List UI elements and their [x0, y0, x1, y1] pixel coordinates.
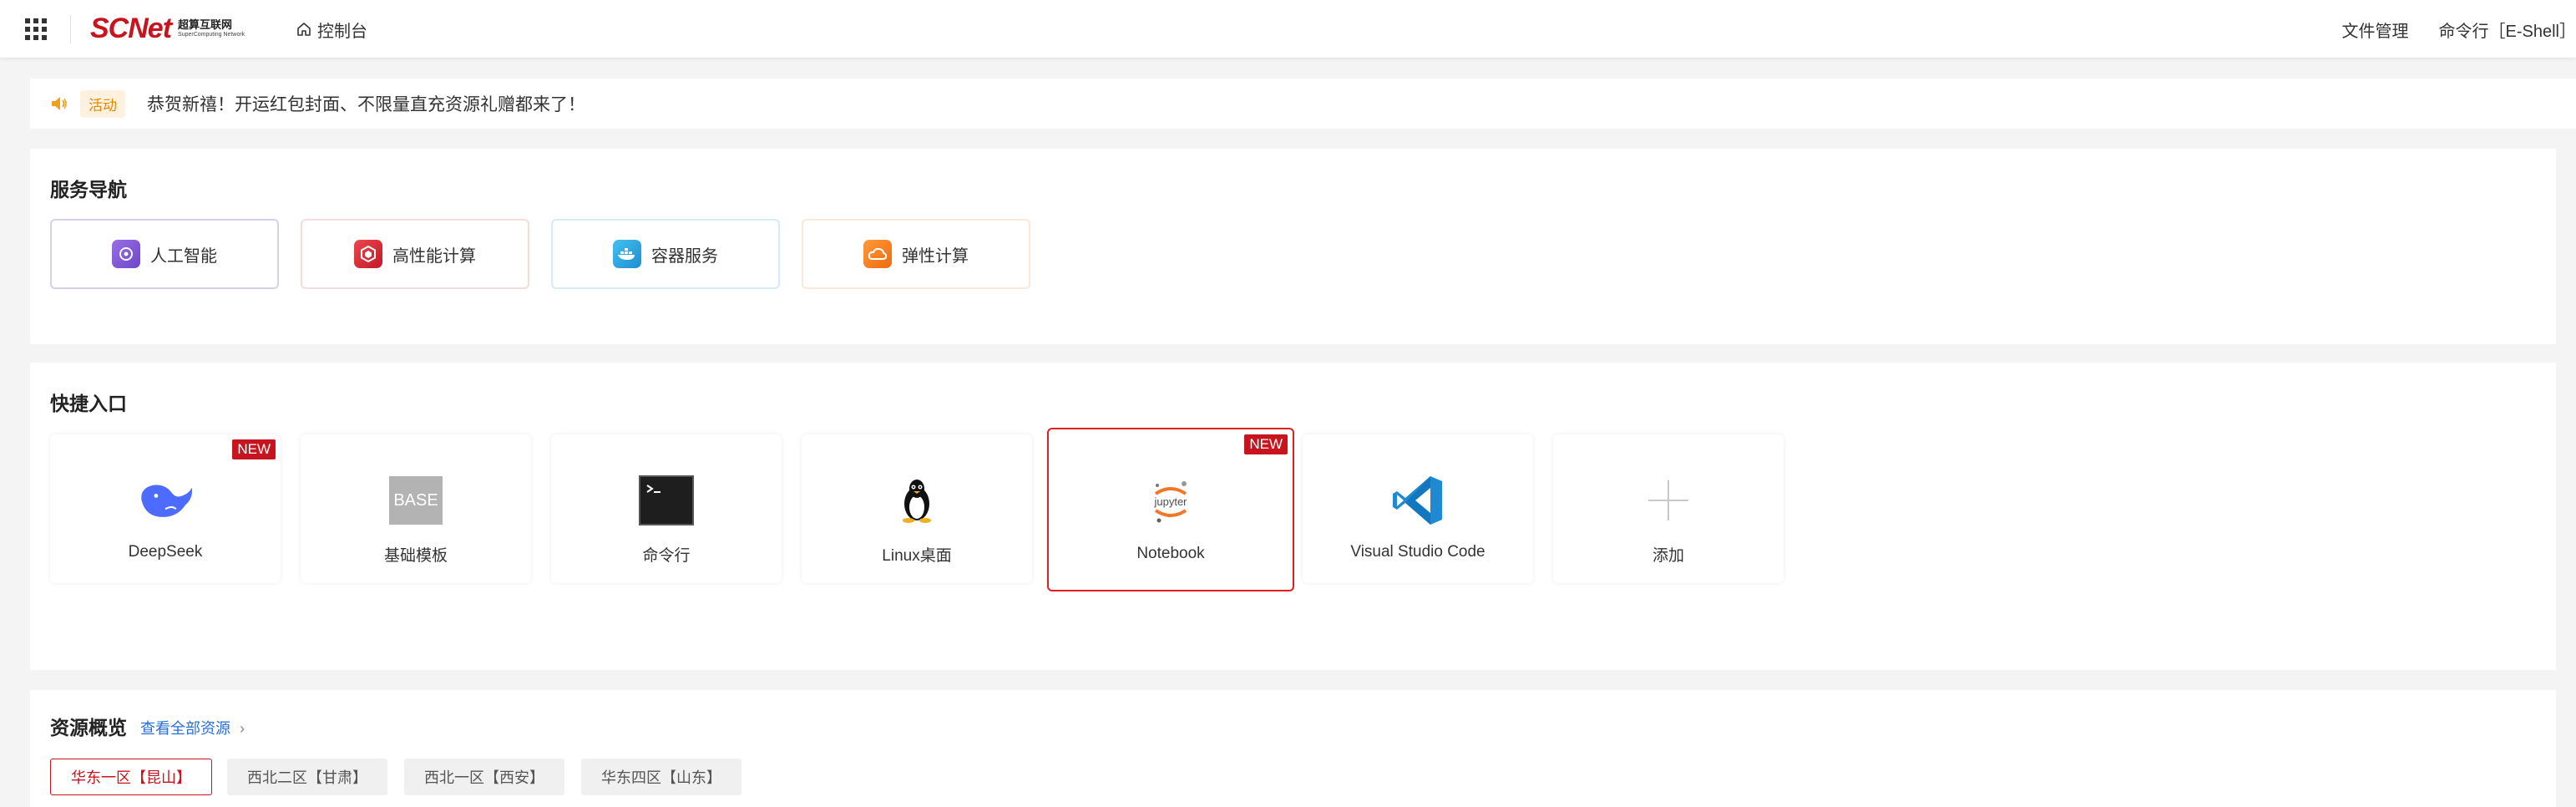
quick-notebook-label: Notebook: [1136, 545, 1205, 562]
ai-icon: [112, 240, 140, 268]
jupyter-text: jupyter: [1153, 495, 1187, 508]
service-elastic-card[interactable]: 弹性计算: [802, 219, 1030, 289]
view-all-resources-link[interactable]: 查看全部资源 ›: [140, 717, 245, 738]
quick-deepseek-label: DeepSeek: [128, 543, 203, 561]
notice-message[interactable]: 恭贺新禧！开运红包封面、不限量直充资源礼赠都来了！: [147, 91, 585, 116]
vscode-icon: [1389, 471, 1447, 530]
quick-terminal-card[interactable]: 命令行: [551, 434, 782, 583]
new-badge: NEW: [1244, 434, 1288, 454]
resources-title: 资源概览: [50, 717, 127, 738]
jupyter-icon: jupyter: [1141, 473, 1200, 531]
base-icon-text: BASE: [389, 476, 443, 525]
quick-entry-title: 快捷入口: [50, 393, 127, 414]
service-container-card[interactable]: 容器服务: [551, 219, 780, 289]
cloud-icon: [863, 240, 892, 268]
logo-subtitle: 超算互联网 SuperComputing Network: [178, 19, 245, 38]
speaker-icon: [52, 97, 67, 110]
quick-base-label: 基础模板: [383, 547, 448, 565]
terminal-icon: [637, 471, 696, 530]
quick-vscode-label: Visual Studio Code: [1350, 543, 1485, 561]
eshell-link[interactable]: 命令行［E-Shell］: [2439, 18, 2576, 42]
console-label: 控制台: [317, 22, 367, 41]
hpc-icon: [354, 240, 382, 268]
region-tab-xian[interactable]: 西北一区【西安】: [404, 759, 564, 795]
region-tab-gansu[interactable]: 西北二区【甘肃】: [227, 759, 387, 795]
quick-vscode-card[interactable]: Visual Studio Code: [1303, 434, 1533, 583]
linux-penguin-icon: [888, 471, 946, 530]
logo-cn: 超算互联网: [178, 18, 233, 31]
activity-tag: 活动: [80, 89, 125, 118]
notice-bar: 活动 恭贺新禧！开运红包封面、不限量直充资源礼赠都来了！: [30, 79, 2576, 129]
quick-deepseek-card[interactable]: NEW DeepSeek: [50, 434, 281, 583]
home-icon: [297, 23, 311, 36]
region-tab-kunshan[interactable]: 华东一区【昆山】: [50, 759, 212, 795]
region-tab-shandong[interactable]: 华东四区【山东】: [581, 759, 741, 795]
service-ai-card[interactable]: 人工智能: [50, 219, 279, 289]
view-all-label: 查看全部资源: [140, 720, 230, 737]
service-ai-label: 人工智能: [150, 246, 217, 266]
service-nav-title: 服务导航: [50, 179, 127, 200]
file-manager-link[interactable]: 文件管理: [2342, 18, 2409, 42]
quick-notebook-card[interactable]: NEW jupyter Notebook: [1047, 428, 1294, 591]
top-right-nav: 文件管理 命令行［E-Shell］: [2312, 17, 2576, 42]
service-container-label: 容器服务: [651, 246, 718, 266]
top-bar: SCNet 超算互联网 SuperComputing Network 控制台 文…: [0, 0, 2576, 58]
new-badge: NEW: [232, 439, 276, 459]
chevron-right-icon: ›: [240, 720, 245, 737]
quick-add-card[interactable]: 添加: [1553, 434, 1784, 583]
app-grid-icon[interactable]: [25, 18, 47, 40]
logo[interactable]: SCNet 超算互联网 SuperComputing Network: [90, 12, 245, 45]
quick-linux-label: Linux桌面: [882, 547, 952, 565]
service-hpc-label: 高性能计算: [392, 246, 476, 266]
logo-en: SuperComputing Network: [178, 32, 245, 38]
service-nav-panel: 服务导航 人工智能 高性能计算 容器服务 弹性计算: [30, 149, 2556, 344]
container-icon: [613, 240, 641, 268]
deepseek-icon: [136, 471, 195, 530]
base-icon: BASE: [387, 471, 445, 530]
quick-linux-card[interactable]: Linux桌面: [802, 434, 1032, 583]
plus-icon: [1639, 471, 1698, 530]
logo-text: SCNet: [90, 12, 172, 44]
divider: [70, 15, 71, 43]
service-elastic-label: 弹性计算: [902, 246, 969, 266]
service-hpc-card[interactable]: 高性能计算: [301, 219, 529, 289]
quick-add-label: 添加: [1652, 547, 1684, 565]
console-link[interactable]: 控制台: [296, 17, 367, 42]
quick-base-card[interactable]: BASE 基础模板: [301, 434, 531, 583]
quick-terminal-label: 命令行: [642, 547, 691, 565]
